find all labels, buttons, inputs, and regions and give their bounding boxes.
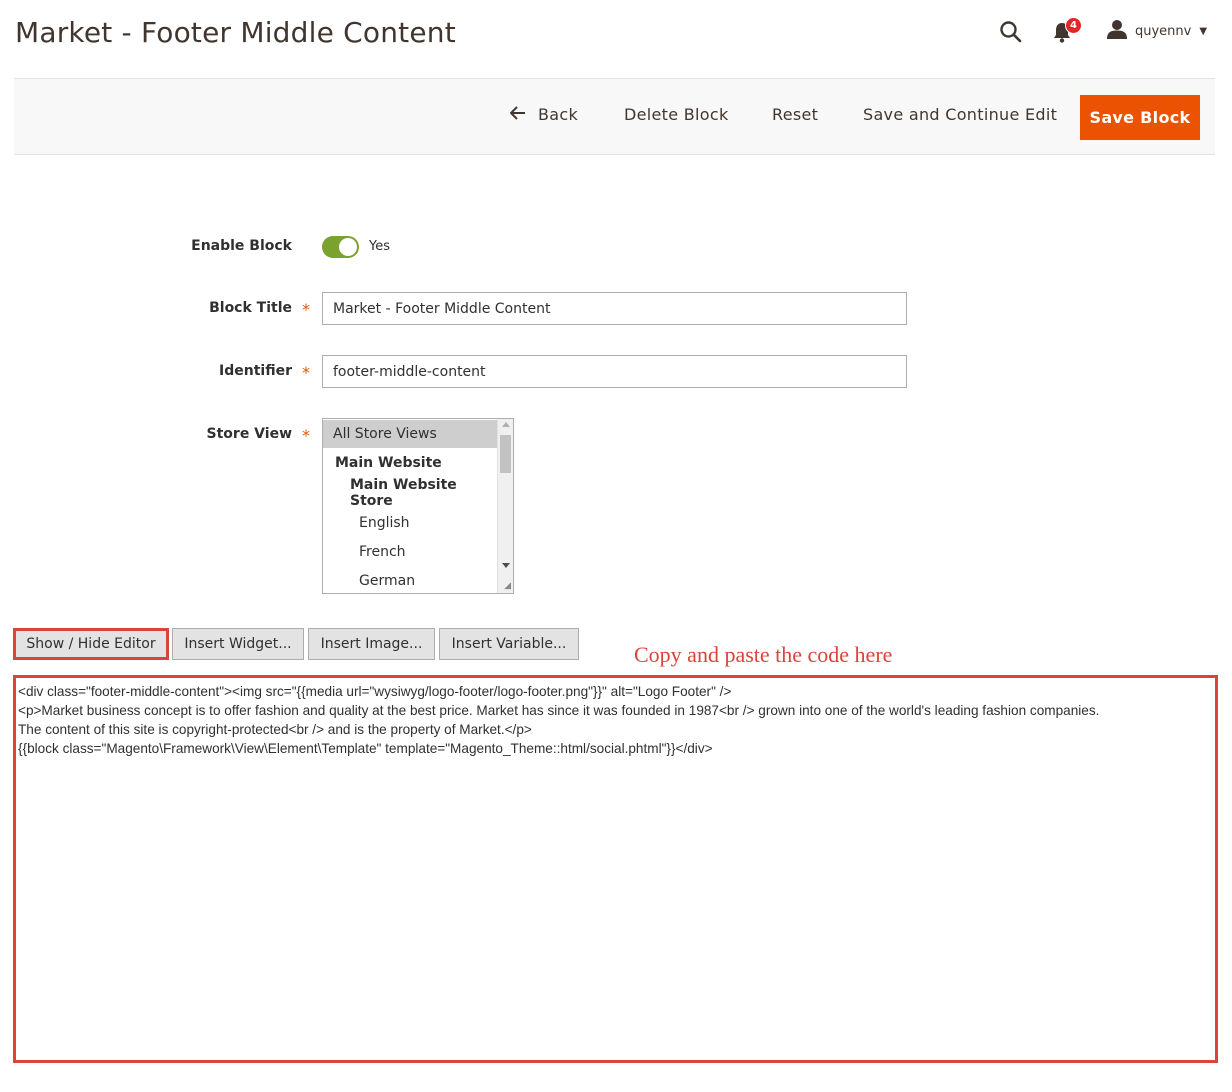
enable-block-label: Enable Block [191, 238, 292, 254]
required-asterisk: * [302, 363, 310, 382]
store-view-option[interactable]: Main Website [323, 449, 497, 477]
toggle-knob [339, 238, 357, 256]
back-button-label: Back [538, 105, 579, 124]
arrow-left-icon [509, 105, 526, 124]
required-asterisk: * [302, 426, 310, 445]
user-icon [1107, 19, 1127, 43]
enable-block-value: Yes [369, 239, 390, 254]
caret-down-icon: ▼ [1199, 25, 1208, 37]
show-hide-editor-button[interactable]: Show / Hide Editor [13, 628, 169, 660]
block-title-label: Block Title [209, 300, 292, 316]
username-label: quyennv [1135, 23, 1192, 39]
save-and-continue-button[interactable]: Save and Continue Edit [863, 105, 1057, 124]
insert-image-button[interactable]: Insert Image... [308, 628, 435, 660]
store-view-option[interactable]: Main Website Store [323, 477, 497, 509]
store-view-scrollbar[interactable] [497, 419, 513, 593]
store-view-option[interactable]: All Store Views [323, 420, 497, 448]
store-view-option[interactable]: French [323, 538, 497, 566]
insert-variable-button[interactable]: Insert Variable... [439, 628, 579, 660]
store-view-multiselect[interactable]: All Store Views Main Website Main Websit… [322, 418, 514, 594]
content-editor-textarea[interactable]: <div class="footer-middle-content"><img … [13, 675, 1218, 1063]
reset-button[interactable]: Reset [772, 105, 818, 124]
back-button[interactable]: Back [509, 105, 579, 124]
block-title-input[interactable] [322, 292, 907, 325]
required-asterisk: * [302, 300, 310, 319]
notifications-button[interactable]: 4 [1052, 17, 1082, 46]
page-title: Market - Footer Middle Content [15, 16, 456, 49]
scroll-up-icon[interactable] [502, 422, 510, 427]
identifier-input[interactable] [322, 355, 907, 388]
store-view-label: Store View [206, 426, 292, 442]
scroll-thumb[interactable] [500, 435, 511, 473]
page-actions-toolbar: Back Delete Block Reset Save and Continu… [14, 78, 1215, 155]
identifier-label: Identifier [219, 363, 292, 379]
insert-widget-button[interactable]: Insert Widget... [172, 628, 304, 660]
scroll-down-icon[interactable] [502, 563, 510, 568]
resize-grip-icon[interactable]: ◢ [504, 581, 511, 591]
delete-block-button[interactable]: Delete Block [624, 105, 729, 124]
notification-count-badge: 4 [1065, 17, 1082, 34]
store-view-option[interactable]: English [323, 509, 497, 537]
store-view-option[interactable]: German [323, 567, 497, 593]
instruction-annotation: Copy and paste the code here [634, 642, 893, 667]
user-account-menu[interactable]: quyennv ▼ [1107, 19, 1207, 43]
search-icon[interactable] [999, 20, 1023, 44]
save-block-button[interactable]: Save Block [1080, 95, 1200, 140]
enable-block-toggle[interactable] [322, 236, 359, 258]
